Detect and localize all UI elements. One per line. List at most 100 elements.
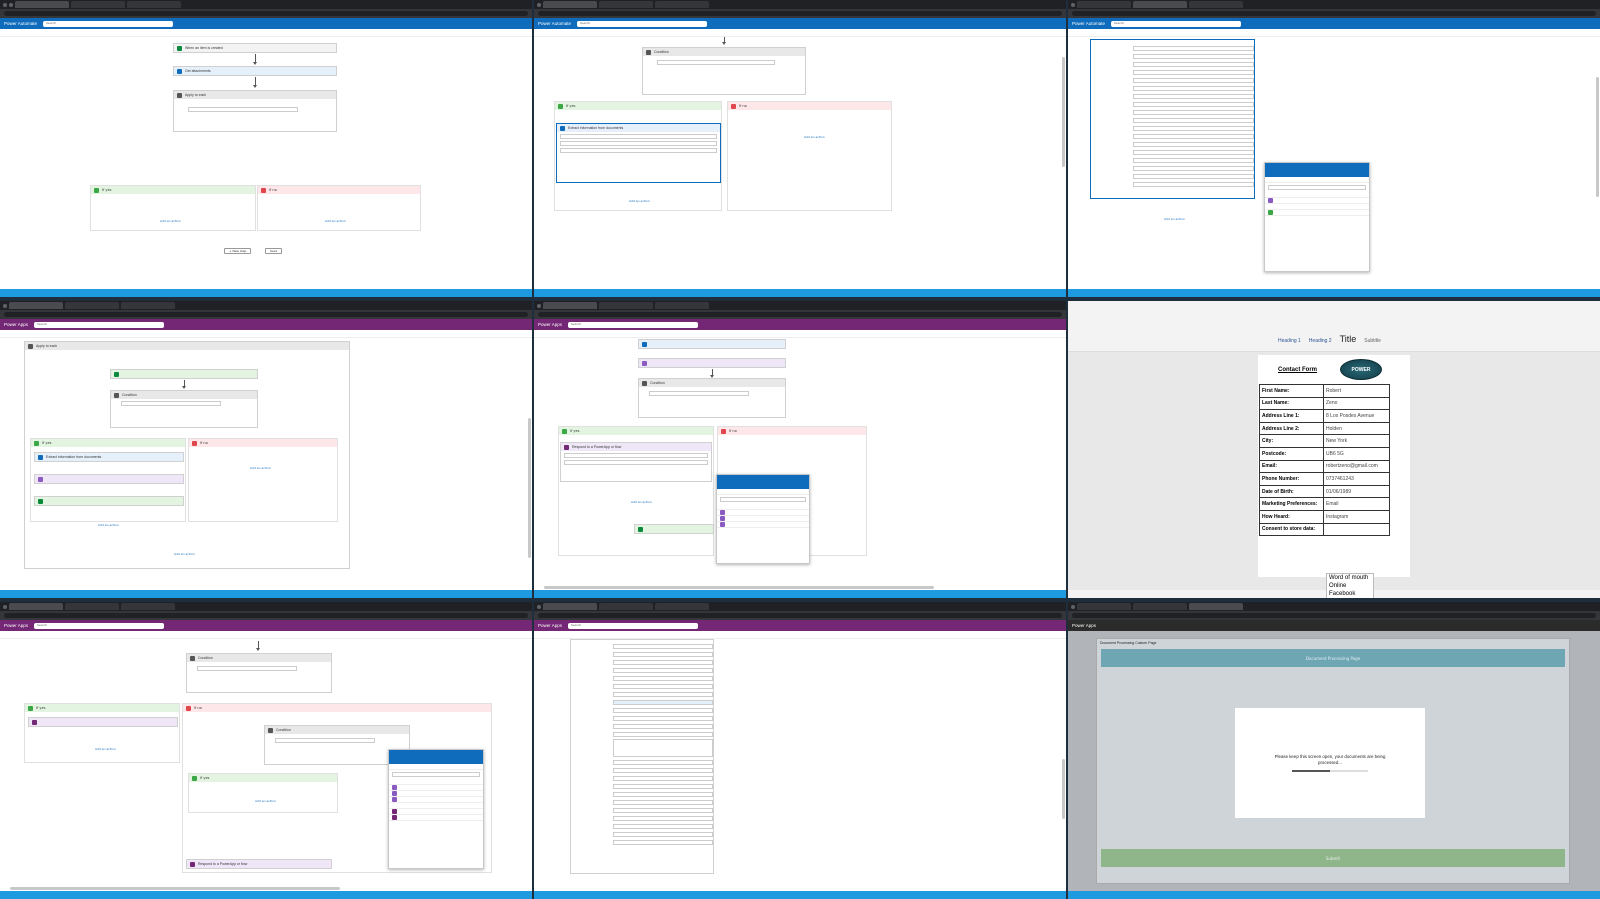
model-dropdown[interactable] (560, 134, 717, 139)
add-action-link[interactable]: Add an action (250, 466, 271, 470)
dynamic-content-search[interactable] (1268, 185, 1366, 190)
field-input[interactable] (1133, 181, 1254, 187)
how-heard-option[interactable]: Word of mouth (1327, 574, 1373, 582)
field-input[interactable] (613, 839, 713, 845)
add-action-link[interactable]: Add an action (804, 135, 825, 139)
flow-step-condition[interactable]: Condition (642, 47, 806, 95)
field-input[interactable] (1133, 77, 1254, 83)
form-value[interactable]: UB6 5G (1323, 446, 1390, 461)
vertical-scrollbar[interactable] (528, 418, 531, 558)
field-input[interactable] (613, 667, 713, 673)
form-value[interactable]: New York (1323, 434, 1390, 448)
add-action-link[interactable]: Add an action (1164, 217, 1185, 221)
dynamic-content-item[interactable] (717, 522, 809, 528)
field-input[interactable] (613, 815, 713, 821)
popup-tabs[interactable] (389, 764, 483, 770)
field-input[interactable] (1133, 141, 1254, 147)
flow-step-ai-prompt[interactable] (34, 474, 184, 484)
field-input[interactable] (1133, 101, 1254, 107)
field-input[interactable] (1133, 133, 1254, 139)
add-action-link[interactable]: Add an action (95, 747, 116, 751)
style-heading-2[interactable]: Heading 2 (1309, 338, 1332, 344)
field-input[interactable] (613, 731, 713, 737)
field-input[interactable] (1133, 45, 1254, 51)
field-input[interactable] (1133, 93, 1254, 99)
flow-step-get-content[interactable] (110, 369, 258, 379)
flow-step-condition[interactable]: Condition (110, 390, 258, 428)
dynamic-content-search[interactable] (392, 772, 480, 777)
style-heading-1[interactable]: Heading 1 (1278, 338, 1301, 344)
form-value[interactable]: 8 Los Posdes Avenue (1323, 409, 1390, 423)
condition-expression-field[interactable] (121, 401, 221, 406)
condition-expression-field[interactable] (275, 738, 375, 743)
flow-step-respond[interactable]: Respond to a PowerApp or flow (186, 859, 332, 869)
field-input[interactable] (613, 683, 713, 689)
document-type-dropdown[interactable] (560, 141, 717, 146)
field-input[interactable] (1133, 125, 1254, 131)
address-bar[interactable] (0, 611, 532, 620)
add-action-link[interactable]: Add an action (255, 799, 276, 803)
field-input[interactable] (613, 767, 713, 773)
field-input[interactable] (1133, 85, 1254, 91)
field-input[interactable] (1133, 109, 1254, 115)
form-value[interactable]: Zeno (1323, 396, 1390, 411)
field-input[interactable] (613, 699, 713, 705)
add-action-link[interactable]: Add an action (325, 219, 346, 223)
vertical-scrollbar[interactable] (1062, 759, 1065, 819)
field-input-expanded[interactable] (613, 739, 713, 757)
flow-step-condition[interactable]: Condition (186, 653, 332, 693)
horizontal-scrollbar[interactable] (10, 887, 340, 890)
field-input[interactable] (1133, 149, 1254, 155)
form-value[interactable]: 0737461243 (1323, 472, 1390, 486)
flow-step-extract[interactable]: Extract information from documents (34, 452, 184, 462)
output-field[interactable] (564, 453, 708, 458)
field-input[interactable] (613, 807, 713, 813)
flow-step-respond[interactable]: Respond to a PowerApp or flow (560, 442, 712, 482)
condition-expression-field[interactable] (657, 60, 775, 65)
form-value[interactable]: 01/06/1989 (1323, 484, 1390, 499)
form-value[interactable]: Holden (1323, 421, 1390, 436)
new-step-button[interactable]: + New step (224, 248, 252, 254)
field-input[interactable] (613, 799, 713, 805)
horizontal-scrollbar[interactable] (544, 586, 934, 589)
field-input[interactable] (613, 823, 713, 829)
search-input[interactable]: Search (568, 622, 699, 629)
condition-expression-field[interactable] (188, 107, 298, 112)
popup-tabs[interactable] (1265, 177, 1369, 183)
dynamic-content-popup[interactable] (388, 749, 484, 869)
add-action-link[interactable]: Add an action (631, 500, 652, 504)
output-field[interactable] (564, 460, 708, 465)
save-button[interactable]: Save (265, 248, 283, 254)
submit-button[interactable]: Submit (1101, 849, 1565, 867)
search-input[interactable]: Search (577, 20, 708, 27)
vertical-scrollbar[interactable] (1596, 77, 1599, 197)
flow-step-set-variable[interactable] (28, 717, 178, 727)
field-input[interactable] (613, 791, 713, 797)
field-input[interactable] (613, 651, 713, 657)
dynamic-content-item[interactable] (1265, 210, 1369, 216)
form-value[interactable]: Robert (1323, 384, 1390, 398)
how-heard-dropdown-list[interactable]: Word of mouthOnlineFacebookInstagram (1326, 573, 1374, 598)
dynamic-content-popup[interactable] (716, 474, 810, 564)
flow-step-update-item[interactable] (1090, 39, 1255, 199)
flow-step[interactable] (638, 358, 786, 368)
dynamic-content-popup[interactable] (1264, 162, 1370, 272)
field-input[interactable] (1133, 61, 1254, 67)
flow-step-extract[interactable]: Extract information from documents (556, 123, 721, 183)
dynamic-content-search[interactable] (720, 497, 806, 502)
search-input[interactable]: Search (1111, 20, 1242, 27)
add-action-link[interactable]: Add an action (174, 552, 195, 556)
styles-gallery[interactable]: Heading 1 Heading 2 Title Subtitle (1278, 334, 1381, 344)
address-bar[interactable] (1068, 611, 1600, 620)
form-value[interactable] (1323, 522, 1390, 537)
search-input[interactable]: Search (34, 321, 165, 328)
form-value[interactable]: robertzeno@gmail.com (1323, 459, 1390, 474)
address-bar[interactable] (0, 9, 532, 18)
dynamic-content-item[interactable] (389, 815, 483, 821)
field-input[interactable] (1133, 165, 1254, 171)
flow-step-trigger[interactable]: When an item is created (173, 43, 337, 53)
field-input[interactable] (613, 831, 713, 837)
field-input[interactable] (613, 707, 713, 713)
form-field[interactable] (560, 148, 717, 153)
add-action-link[interactable]: Add an action (98, 523, 119, 527)
